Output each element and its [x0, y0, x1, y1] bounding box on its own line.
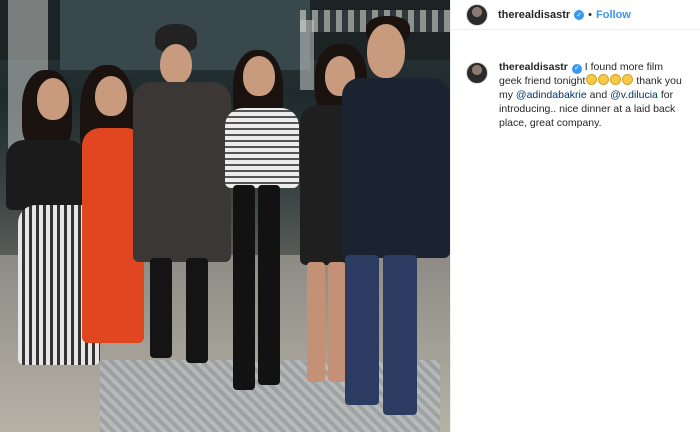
post-photo[interactable]: [0, 0, 450, 432]
post-side-panel: therealdisastr ✓ • Follow therealdisastr…: [450, 0, 700, 432]
profile-avatar[interactable]: [466, 62, 488, 84]
separator-dot: •: [588, 8, 593, 21]
laughing-face-emoji: [610, 74, 622, 85]
verified-badge-icon: ✓: [571, 64, 582, 74]
laughing-face-emoji: [622, 74, 634, 85]
follow-button[interactable]: Follow: [596, 9, 631, 21]
caption-part: and: [586, 89, 611, 101]
caption-text: therealdisastr ✓ I found more film geek f…: [499, 60, 688, 130]
verified-badge-icon: ✓: [574, 9, 585, 20]
post-header: therealdisastr ✓ • Follow: [451, 0, 700, 30]
profile-avatar[interactable]: [466, 3, 488, 26]
caption-comment: therealdisastr ✓ I found more film geek f…: [451, 30, 700, 130]
caption-username[interactable]: therealdisastr: [499, 61, 568, 73]
mention-link[interactable]: @adindabakrie: [516, 89, 587, 101]
photo-pillar: [300, 20, 314, 90]
mention-link[interactable]: @v.dilucia: [610, 89, 658, 101]
post-username[interactable]: therealdisastr: [498, 9, 570, 21]
laughing-face-emoji: [598, 74, 610, 85]
laughing-face-emoji: [586, 74, 598, 85]
